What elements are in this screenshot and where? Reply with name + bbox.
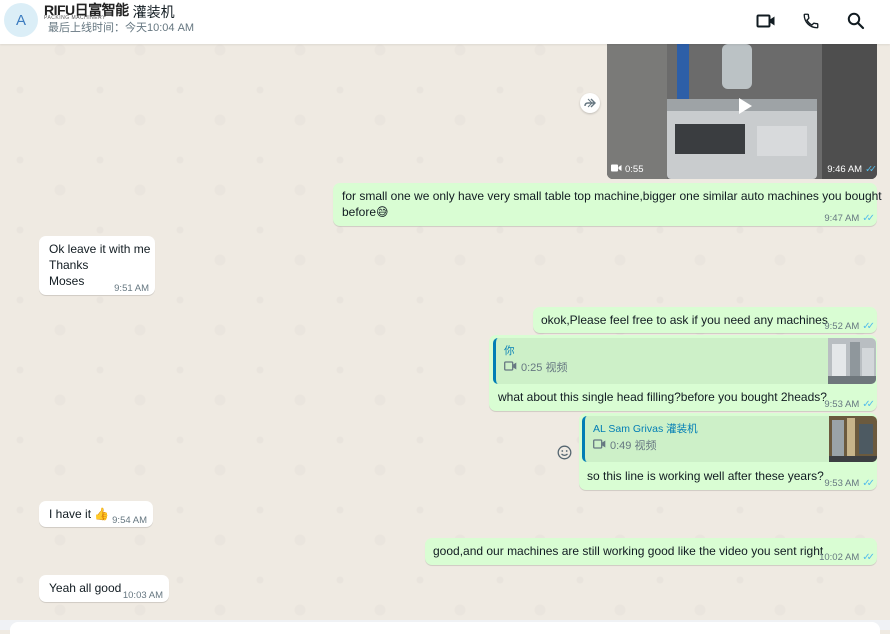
video-camera-icon [611, 164, 622, 175]
video-call-icon[interactable] [755, 10, 777, 32]
quoted-message[interactable]: 你 0:25 视频 [493, 338, 876, 384]
message-timestamp: 9:52 AM ✓✓ [824, 319, 875, 335]
message-bubble-outgoing-reply[interactable]: AL Sam Grivas 灌装机 0:49 视频 so this line i… [579, 413, 877, 490]
video-duration: 0:55 [611, 164, 644, 175]
video-camera-icon [504, 360, 517, 376]
read-ticks-icon: ✓✓ [865, 164, 877, 175]
quoted-video-thumbnail [828, 338, 876, 384]
message-bubble-incoming[interactable]: Ok leave it with me Thanks Moses 9:51 AM [39, 236, 155, 295]
video-message[interactable]: 0:55 9:46 AM ✓✓ [607, 44, 877, 179]
quoted-video-thumbnail [829, 416, 877, 462]
read-ticks-icon: ✓✓ [862, 478, 875, 489]
read-ticks-icon: ✓✓ [862, 399, 875, 410]
message-bubble-outgoing[interactable]: good,and our machines are still working … [425, 538, 877, 565]
message-bubble-outgoing-reply[interactable]: 你 0:25 视频 what about this single head fi… [489, 335, 877, 411]
video-camera-icon [593, 438, 606, 454]
message-timestamp: 10:02 AM ✓✓ [819, 550, 875, 566]
search-icon[interactable] [845, 10, 867, 32]
avatar[interactable]: A [4, 3, 38, 37]
read-ticks-icon: ✓✓ [862, 213, 875, 224]
read-ticks-icon: ✓✓ [862, 552, 875, 563]
read-ticks-icon: ✓✓ [862, 321, 875, 332]
quoted-message[interactable]: AL Sam Grivas 灌装机 0:49 视频 [582, 416, 877, 462]
message-bubble-incoming[interactable]: I have it 👍 9:54 AM [39, 501, 153, 527]
play-icon[interactable] [730, 92, 758, 120]
message-timestamp: 9:54 AM [112, 515, 147, 526]
message-bubble-outgoing[interactable]: for small one we only have very small ta… [333, 183, 882, 227]
message-timestamp: 10:03 AM [122, 590, 163, 601]
message-bubble-outgoing[interactable]: okok,Please feel free to ask if you need… [533, 307, 877, 333]
last-seen-status: 最后上线时间：今天10:04 AM [48, 22, 195, 34]
forward-icon[interactable] [580, 93, 600, 113]
message-timestamp: 9:53 AM ✓✓ [824, 397, 875, 413]
message-input[interactable] [10, 622, 880, 634]
voice-call-icon[interactable] [800, 10, 822, 32]
message-timestamp: 9:53 AM ✓✓ [824, 476, 875, 492]
message-timestamp: 9:47 AM ✓✓ [824, 211, 875, 227]
video-timestamp: 9:46 AM ✓✓ [827, 164, 877, 175]
message-bubble-incoming[interactable]: Yeah all good 10:03 AM [39, 575, 169, 602]
emoji-reaction-icon[interactable] [555, 443, 573, 461]
chat-header: A RIFU日富智能 PACKING MACHINERY 灌装机 最后上线时间：… [0, 0, 890, 44]
message-timestamp: 9:51 AM [114, 283, 149, 294]
